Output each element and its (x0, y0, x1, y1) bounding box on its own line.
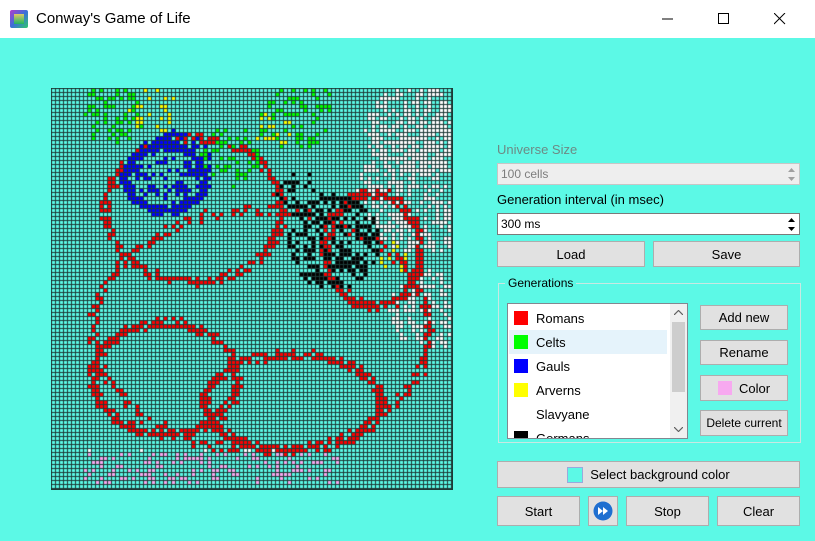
generation-name: Romans (536, 310, 585, 326)
generation-color-swatch (514, 383, 528, 397)
minimize-button[interactable] (640, 0, 696, 38)
maximize-button[interactable] (696, 0, 752, 38)
title-bar: Conway's Game of Life (0, 0, 815, 38)
select-background-label: Select background color (590, 467, 730, 482)
interval-spinner[interactable] (785, 215, 798, 233)
spin-up-icon (785, 165, 798, 174)
color-button[interactable]: Color (700, 375, 788, 401)
generation-color-swatch (514, 311, 528, 325)
universe-size-field: 100 cells (497, 163, 800, 185)
background-swatch (567, 466, 584, 483)
step-button[interactable] (588, 496, 618, 526)
generation-item[interactable]: Slavyane (509, 402, 667, 426)
color-swatch (717, 381, 732, 395)
life-grid[interactable] (51, 88, 453, 490)
generation-color-swatch (514, 335, 528, 349)
color-button-label: Color (738, 380, 771, 396)
start-button[interactable]: Start (497, 496, 580, 526)
interval-value: 300 ms (501, 217, 541, 231)
interval-field[interactable]: 300 ms (497, 213, 800, 235)
generation-item[interactable]: Gauls (509, 354, 667, 378)
minimize-icon (662, 18, 673, 20)
generation-name: Celts (536, 334, 566, 350)
list-scrollbar[interactable] (670, 304, 687, 438)
interval-label: Generation interval (in msec) (497, 192, 664, 207)
spin-down-icon[interactable] (785, 224, 798, 233)
app-icon (10, 10, 28, 28)
close-button[interactable] (752, 0, 808, 38)
fast-forward-icon (593, 501, 613, 521)
load-button[interactable]: Load (497, 241, 645, 267)
generation-item[interactable]: Celts (509, 330, 667, 354)
universe-size-value: 100 cells (501, 167, 549, 181)
select-background-button[interactable]: Select background color (497, 461, 800, 488)
spin-down-icon (785, 174, 798, 183)
generation-item[interactable]: Romans (509, 306, 667, 330)
generation-item[interactable]: Arverns (509, 378, 667, 402)
generations-title: Generations (505, 276, 577, 290)
generation-name: Arverns (536, 382, 581, 398)
delete-current-button[interactable]: Delete current (700, 410, 788, 436)
clear-button[interactable]: Clear (717, 496, 800, 526)
window-title: Conway's Game of Life (36, 10, 191, 27)
generation-color-swatch (514, 407, 528, 421)
maximize-icon (718, 13, 729, 24)
generation-color-swatch (514, 359, 528, 373)
scroll-down-icon[interactable] (670, 421, 687, 438)
universe-size-spinner (785, 165, 798, 183)
generations-list[interactable]: Romans Celts Gauls Arverns Slavyane Germans (507, 303, 688, 439)
close-icon (774, 13, 786, 25)
save-button[interactable]: Save (653, 241, 800, 267)
scroll-thumb[interactable] (672, 322, 685, 392)
scroll-up-icon[interactable] (670, 304, 687, 321)
generation-color-swatch (514, 431, 528, 438)
generation-name: Germans (536, 430, 590, 439)
universe-size-label: Universe Size (497, 142, 578, 157)
stop-button[interactable]: Stop (626, 496, 709, 526)
generation-name: Gauls (536, 358, 570, 374)
add-new-button[interactable]: Add new (700, 305, 788, 330)
generation-name: Slavyane (536, 406, 590, 422)
generation-item[interactable]: Germans (509, 426, 667, 439)
spin-up-icon[interactable] (785, 215, 798, 224)
rename-button[interactable]: Rename (700, 340, 788, 365)
